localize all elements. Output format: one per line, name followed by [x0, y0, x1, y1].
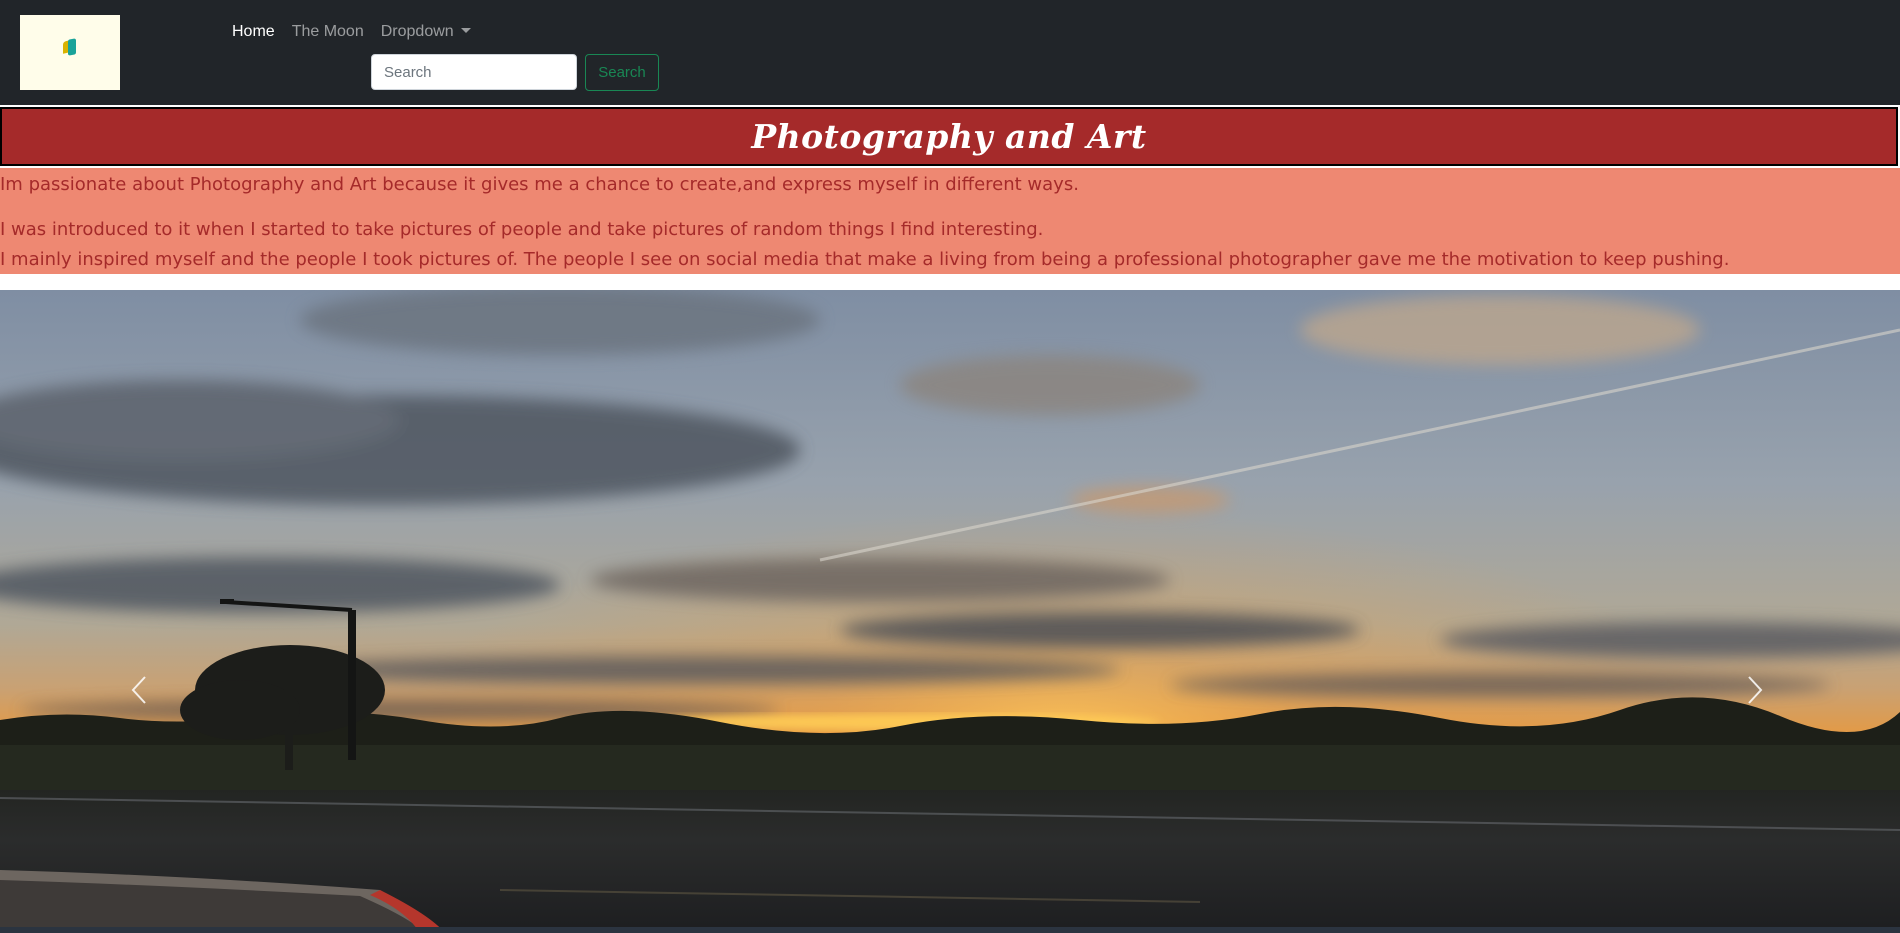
nav-dropdown-toggle[interactable]: Dropdown: [381, 23, 471, 41]
intro-paragraph-2: I was introduced to it when I started to…: [0, 219, 1044, 240]
caret-down-icon: [460, 28, 471, 33]
page-title: Photography and Art: [751, 117, 1147, 156]
title-banner: Photography and Art: [0, 107, 1898, 166]
search-input[interactable]: [371, 54, 577, 90]
chevron-left-icon: [131, 676, 146, 704]
carousel-bottom-strip: [0, 927, 1900, 933]
navbar: Home The Moon Dropdown Search: [0, 0, 1900, 105]
nav-links: Home The Moon Dropdown: [232, 23, 471, 41]
nav-the-moon-link[interactable]: The Moon: [292, 23, 364, 41]
nav-dropdown-label: Dropdown: [380, 23, 454, 40]
carousel-prev-button[interactable]: [119, 665, 159, 715]
carousel-next-button[interactable]: [1735, 665, 1775, 715]
sunset-photo: [0, 290, 1900, 933]
site-logo[interactable]: [20, 15, 120, 90]
chevron-right-icon: [1748, 676, 1763, 704]
intro-section: Im passionate about Photography and Art …: [0, 168, 1900, 274]
photo-carousel: [0, 290, 1900, 933]
intro-paragraph-3: I mainly inspired myself and the people …: [0, 249, 1730, 270]
logo-icon: [63, 37, 77, 57]
nav-home-link[interactable]: Home: [232, 23, 275, 41]
search-button[interactable]: Search: [585, 54, 659, 91]
intro-paragraph-1: Im passionate about Photography and Art …: [0, 174, 1079, 195]
